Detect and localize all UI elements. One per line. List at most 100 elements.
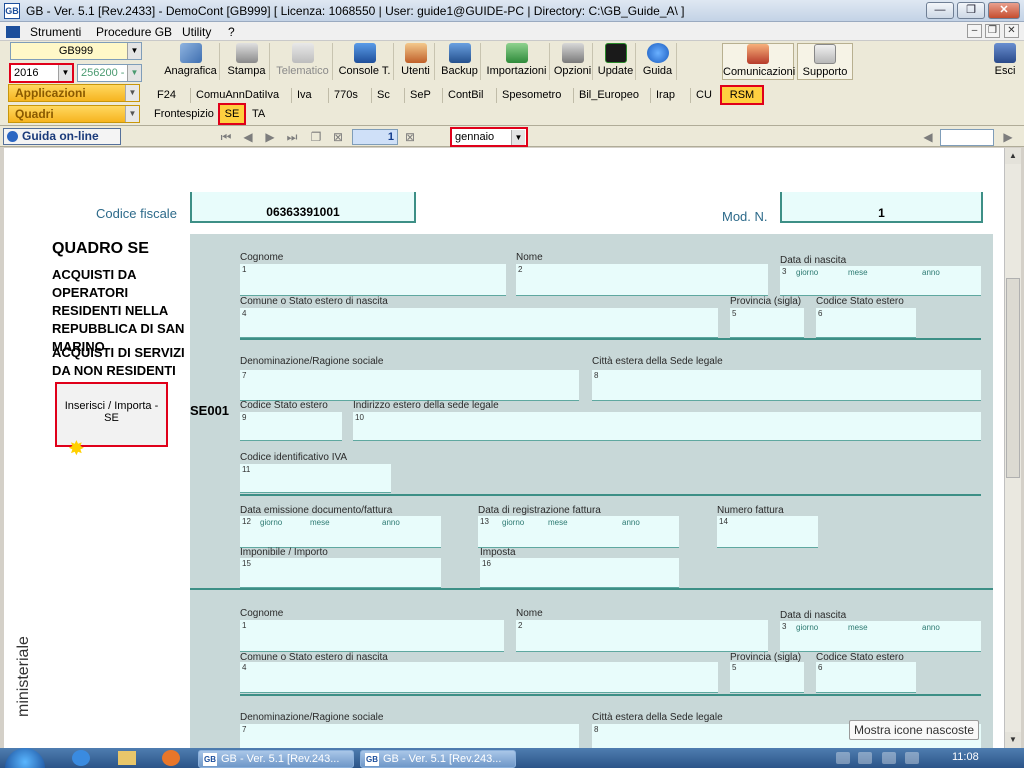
applicazioni-select[interactable]: Applicazioni ▼	[8, 84, 140, 102]
code-select[interactable]: 256200 - ▼	[77, 64, 142, 82]
volume-icon[interactable]	[882, 752, 896, 764]
data-nascita-field[interactable]: 3 giorno mese anno	[780, 266, 981, 296]
tab-cu[interactable]: CU	[690, 88, 717, 103]
tab-irap[interactable]: Irap	[650, 88, 680, 103]
mod-n-field[interactable]: 1	[780, 192, 983, 223]
data-nascita-field[interactable]: 3 giorno mese anno	[780, 621, 981, 652]
codice-fiscale-field[interactable]: 06363391001	[190, 192, 416, 223]
tab-f24[interactable]: F24	[152, 88, 181, 103]
taskbar-item-gb-1[interactable]: GB GB - Ver. 5.1 [Rev.243...	[198, 750, 354, 768]
denominazione-field[interactable]: 7	[240, 370, 579, 401]
internet-explorer-icon[interactable]	[72, 750, 90, 766]
chevron-down-icon[interactable]: ▼	[511, 130, 525, 145]
company-select[interactable]: GB999 ▼	[10, 42, 142, 60]
console-button[interactable]: Console T.	[336, 43, 394, 80]
chevron-down-icon[interactable]: ▼	[127, 43, 141, 59]
tab-frontespizio[interactable]: Frontespizio	[150, 106, 218, 122]
data-registrazione-field[interactable]: 13 giorno mese anno	[478, 516, 679, 548]
quadri-select[interactable]: Quadri ▼	[8, 105, 140, 123]
close-button[interactable]: ✕	[988, 2, 1020, 19]
menu-utility[interactable]: Utility	[182, 25, 211, 39]
tray-app-icon[interactable]	[905, 752, 919, 764]
comune-field[interactable]: 4	[240, 308, 718, 338]
denominazione-field[interactable]: 7	[240, 724, 579, 748]
nome-field[interactable]: 2	[516, 620, 768, 652]
importazioni-button[interactable]: Importazioni	[484, 43, 550, 80]
search-field[interactable]	[940, 129, 994, 146]
provincia-field[interactable]: 5	[730, 308, 804, 338]
tray-up-arrow-icon[interactable]	[836, 752, 850, 764]
opzioni-button[interactable]: Opzioni	[553, 43, 593, 80]
scroll-up-icon[interactable]: ▲	[1005, 148, 1021, 164]
mdi-close-button[interactable]: ✕	[1004, 24, 1019, 38]
month-select[interactable]: gennaio ▼	[450, 127, 528, 147]
nome-field[interactable]: 2	[516, 264, 768, 296]
supporto-button[interactable]: Supporto	[797, 43, 853, 80]
tab-spesometro[interactable]: Spesometro	[496, 88, 566, 103]
copy-page-icon[interactable]: ❐	[308, 130, 324, 144]
folder-icon[interactable]	[118, 751, 136, 765]
scroll-left-icon[interactable]: ◀	[920, 130, 936, 144]
codice-iva-field[interactable]: 11	[240, 464, 391, 493]
codice-stato-field[interactable]: 6	[816, 662, 916, 693]
tab-ta[interactable]: TA	[248, 106, 269, 122]
anagrafica-button[interactable]: Anagrafica	[162, 43, 220, 80]
minimize-button[interactable]: —	[926, 2, 954, 19]
scroll-thumb[interactable]	[1006, 278, 1020, 478]
chevron-down-icon[interactable]: ▼	[127, 65, 141, 81]
imposta-field[interactable]: 16	[480, 558, 679, 588]
cognome-field[interactable]: 1	[240, 264, 506, 296]
tab-770s[interactable]: 770s	[328, 88, 363, 103]
citta-estera-field[interactable]: 8	[592, 370, 981, 401]
prev-page-icon[interactable]: ◀	[240, 130, 256, 144]
taskbar-item-gb-2[interactable]: GB GB - Ver. 5.1 [Rev.243...	[360, 750, 516, 768]
data-emissione-field[interactable]: 12 giorno mese anno	[240, 516, 441, 548]
tab-rsm[interactable]: RSM	[720, 85, 764, 105]
maximize-button[interactable]: ❐	[957, 2, 985, 19]
tab-comuanndatiiva[interactable]: ComuAnnDatiIva	[190, 88, 284, 103]
tab-sep[interactable]: SeP	[404, 88, 436, 103]
cognome-field[interactable]: 1	[240, 620, 504, 652]
codice-stato-field[interactable]: 6	[816, 308, 916, 338]
chevron-down-icon[interactable]: ▼	[125, 106, 139, 122]
menu-procedure-gb[interactable]: Procedure GB	[96, 25, 172, 39]
provincia-field[interactable]: 5	[730, 662, 804, 693]
scroll-right-icon[interactable]: ▶	[1000, 130, 1016, 144]
delete-icon[interactable]: ⊠	[402, 130, 418, 144]
delete-page-icon[interactable]: ⊠	[330, 130, 346, 144]
guida-button[interactable]: Guida	[639, 43, 677, 80]
tab-bil-europeo[interactable]: Bil_Europeo	[573, 88, 644, 103]
telematico-button[interactable]: Telematico	[273, 43, 333, 80]
last-page-icon[interactable]: ⏭	[284, 130, 300, 144]
firefox-icon[interactable]	[162, 750, 180, 766]
guida-online-button[interactable]: Guida on-line	[3, 128, 121, 145]
esci-button[interactable]: Esci	[988, 43, 1022, 80]
codice-stato-estero-field[interactable]: 9	[240, 412, 342, 441]
indirizzo-field[interactable]: 10	[353, 412, 981, 441]
page-number-field[interactable]: 1	[352, 129, 398, 145]
vertical-scrollbar[interactable]: ▲ ▼	[1004, 148, 1021, 748]
tab-iva[interactable]: Iva	[291, 88, 317, 103]
year-select[interactable]: 2016 ▼	[9, 63, 74, 83]
update-button[interactable]: Update	[596, 43, 636, 80]
clock[interactable]: 11:08	[952, 751, 979, 763]
numero-fattura-field[interactable]: 14	[717, 516, 818, 548]
network-icon[interactable]	[858, 752, 872, 764]
chevron-down-icon[interactable]: ▼	[58, 65, 72, 81]
menu-strumenti[interactable]: Strumenti	[30, 25, 81, 39]
utenti-button[interactable]: Utenti	[397, 43, 435, 80]
imponibile-field[interactable]: 15	[240, 558, 441, 588]
first-page-icon[interactable]: ⏮	[218, 130, 234, 144]
comune-field[interactable]: 4	[240, 662, 718, 693]
mdi-minimize-button[interactable]: –	[967, 24, 982, 38]
menu-help[interactable]: ?	[228, 25, 235, 39]
tab-se[interactable]: SE	[218, 103, 246, 125]
scroll-down-icon[interactable]: ▼	[1005, 732, 1021, 748]
backup-button[interactable]: Backup	[439, 43, 481, 80]
mdi-restore-button[interactable]: ❐	[985, 24, 1000, 38]
comunicazioni-button[interactable]: Comunicazioni	[722, 43, 795, 80]
start-button[interactable]	[5, 748, 45, 768]
tab-sc[interactable]: Sc	[371, 88, 395, 103]
stampa-button[interactable]: Stampa	[224, 43, 270, 80]
tab-contbil[interactable]: ContBil	[442, 88, 488, 103]
